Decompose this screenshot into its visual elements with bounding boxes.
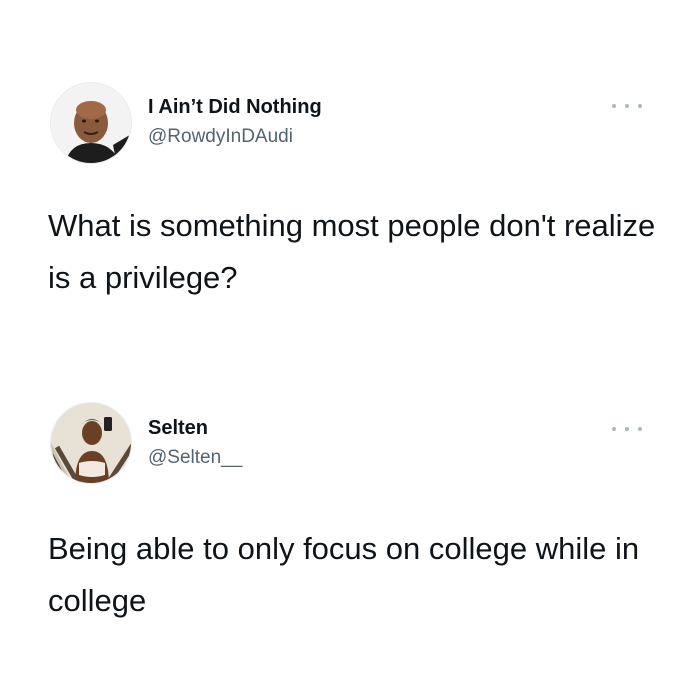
display-name[interactable]: I Ain’t Did Nothing <box>148 96 322 119</box>
tweet-text: What is something most people don't real… <box>48 208 656 295</box>
avatar[interactable] <box>50 402 132 484</box>
more-options-icon[interactable] <box>612 96 642 116</box>
dot <box>612 427 616 431</box>
tweet-reply[interactable]: Selten @Selten__ Being able to only focu… <box>0 340 700 700</box>
user-handle[interactable]: @Selten__ <box>148 447 242 469</box>
dot <box>625 104 629 108</box>
tweet-original[interactable]: I Ain’t Did Nothing @RowdyInDAudi What i… <box>0 0 700 340</box>
display-name[interactable]: Selten <box>148 417 208 440</box>
avatar-photo <box>51 403 131 483</box>
tweet-text: Being able to only focus on college whil… <box>48 531 640 618</box>
user-handle[interactable]: @RowdyInDAudi <box>148 126 293 148</box>
dot <box>612 104 616 108</box>
dot <box>638 427 642 431</box>
dot <box>625 427 629 431</box>
avatar-photo <box>51 83 131 163</box>
more-options-icon[interactable] <box>612 419 642 439</box>
avatar[interactable] <box>50 82 132 164</box>
dot <box>638 104 642 108</box>
